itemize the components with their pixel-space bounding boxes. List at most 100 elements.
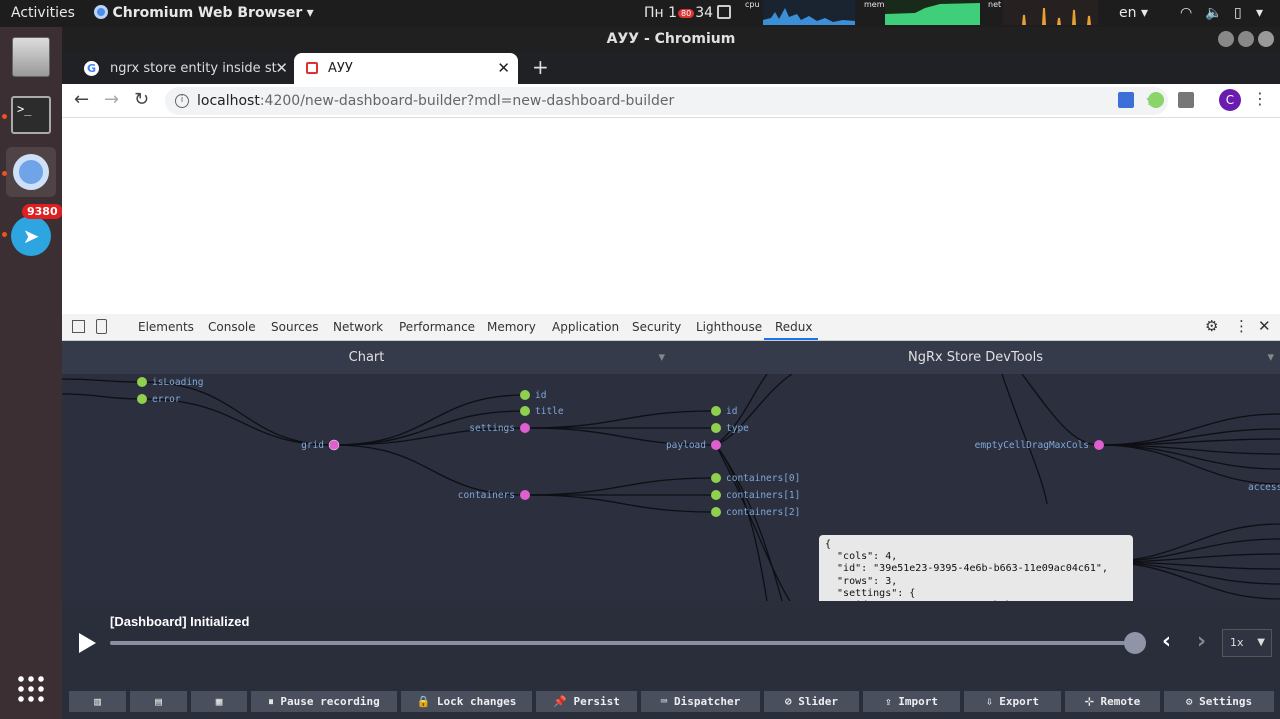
- battery-icon[interactable]: ▯: [1234, 5, 1242, 21]
- profile-avatar[interactable]: C: [1219, 89, 1241, 111]
- tree-node-containers-0[interactable]: [711, 473, 721, 483]
- right-monitor-select[interactable]: NgRx Store DevTools ▾: [671, 341, 1280, 374]
- tree-node-error[interactable]: [137, 394, 147, 404]
- layout-button-2[interactable]: ▤: [130, 691, 187, 712]
- terminal-icon: >_: [11, 96, 51, 134]
- new-tab-icon[interactable]: +: [532, 55, 549, 79]
- close-window-button[interactable]: [1258, 31, 1274, 47]
- import-button[interactable]: ⇪ Import: [863, 691, 960, 712]
- tree-node-settings[interactable]: [520, 423, 530, 433]
- chevron-down-icon: ▾: [658, 350, 665, 365]
- tree-node-emptycell[interactable]: [1094, 440, 1104, 450]
- back-arrow-icon[interactable]: ←: [74, 89, 89, 110]
- tab-lighthouse[interactable]: Lighthouse: [696, 320, 762, 334]
- slider-thumb[interactable]: [1124, 632, 1146, 654]
- inspect-element-icon[interactable]: [72, 320, 85, 333]
- slider-button[interactable]: ⊘ Slider: [764, 691, 859, 712]
- tab-redux[interactable]: Redux: [775, 320, 813, 334]
- tab-memory[interactable]: Memory: [487, 320, 536, 334]
- files-app[interactable]: [6, 33, 56, 83]
- slider-track[interactable]: [110, 641, 1136, 645]
- app-menu[interactable]: Chromium Web Browser ▾: [94, 5, 314, 21]
- tab-application[interactable]: Application: [552, 320, 619, 334]
- tree-node-isloading[interactable]: [137, 377, 147, 387]
- import-label: Import: [898, 695, 938, 708]
- system-menu-chevron-icon[interactable]: ▾: [1256, 5, 1263, 21]
- screenshot-icon[interactable]: [717, 5, 731, 19]
- clock[interactable]: Пн 1 80 34: [644, 5, 713, 21]
- tree-node-containers-1[interactable]: [711, 490, 721, 500]
- extension-color-icon[interactable]: [1148, 92, 1164, 108]
- tree-node-grid[interactable]: [328, 439, 340, 451]
- upload-icon: ⇪: [885, 695, 892, 708]
- tab-elements[interactable]: Elements: [138, 320, 194, 334]
- menu-kebab-icon[interactable]: ⋮: [1252, 89, 1268, 108]
- chromium-icon: [13, 154, 49, 190]
- dispatcher-button[interactable]: ⌨ Dispatcher: [641, 691, 760, 712]
- speed-select[interactable]: 1x ▼: [1222, 629, 1272, 657]
- tab-performance[interactable]: Performance: [399, 320, 475, 334]
- tab-ngrx[interactable]: G ngrx store entity inside st ✕: [68, 53, 296, 84]
- tree-node-type[interactable]: [711, 423, 721, 433]
- tab-sources[interactable]: Sources: [271, 320, 318, 334]
- layout-button-3[interactable]: ▦: [191, 691, 247, 712]
- pause-recording-button[interactable]: ⏸ Pause recording: [251, 691, 397, 712]
- persist-button[interactable]: 📌 Persist: [536, 691, 637, 712]
- chevron-down-icon: ▼: [1257, 637, 1265, 648]
- close-tab-icon[interactable]: ✕: [275, 53, 288, 84]
- net-label: net: [988, 0, 1002, 9]
- tab-label: ngrx store entity inside st: [110, 61, 277, 76]
- slider-label: Slider: [798, 695, 838, 708]
- label-settings: settings: [469, 423, 515, 434]
- minimize-button[interactable]: [1218, 31, 1234, 47]
- forward-arrow-icon[interactable]: →: [104, 89, 119, 110]
- tab-label: АУУ: [328, 61, 353, 76]
- terminal-app[interactable]: >_: [6, 91, 56, 141]
- tab-active[interactable]: АУУ ✕: [294, 53, 518, 84]
- tree-node-containers-2[interactable]: [711, 507, 721, 517]
- pause-icon: ⏸: [268, 695, 274, 708]
- chromium-app[interactable]: [6, 147, 56, 197]
- lock-changes-button[interactable]: 🔒 Lock changes: [401, 691, 532, 712]
- redux-bottom-toolbar: ▥ ▤ ▦ ⏸ Pause recording 🔒 Lock changes 📌…: [62, 685, 1280, 719]
- play-icon[interactable]: [79, 633, 96, 653]
- google-icon: G: [84, 61, 99, 76]
- show-apps-icon[interactable]: [16, 674, 46, 704]
- wifi-icon[interactable]: ◠: [1180, 5, 1192, 21]
- reload-icon[interactable]: ↻: [134, 89, 149, 110]
- file-cabinet-icon: [12, 37, 50, 77]
- close-devtools-icon[interactable]: ✕: [1258, 317, 1271, 335]
- tab-console[interactable]: Console: [208, 320, 256, 334]
- tree-node-payload[interactable]: [711, 440, 721, 450]
- tree-node-settings-id[interactable]: [711, 406, 721, 416]
- maximize-button[interactable]: [1238, 31, 1254, 47]
- left-monitor-select[interactable]: Chart ▾: [62, 341, 671, 374]
- device-toolbar-icon[interactable]: [96, 319, 107, 334]
- telegram-app[interactable]: ➤ 9380: [6, 204, 63, 260]
- tab-network[interactable]: Network: [333, 320, 383, 334]
- address-bar[interactable]: i localhost:4200/new-dashboard-builder?m…: [165, 87, 1168, 115]
- export-button[interactable]: ⇩ Export: [964, 691, 1061, 712]
- extension-translate-icon[interactable]: [1118, 92, 1134, 108]
- label-settings-id: id: [726, 406, 737, 417]
- tree-node-containers[interactable]: [520, 490, 530, 500]
- settings-gear-icon[interactable]: ⚙: [1205, 317, 1218, 335]
- tree-node-title[interactable]: [520, 406, 530, 416]
- remote-button[interactable]: ⊹ Remote: [1065, 691, 1160, 712]
- close-tab-icon[interactable]: ✕: [497, 53, 510, 84]
- tree-node-id[interactable]: [520, 390, 530, 400]
- extension-puzzle-icon[interactable]: [1178, 92, 1194, 108]
- tab-security[interactable]: Security: [632, 320, 681, 334]
- next-action-icon[interactable]: ›: [1197, 629, 1206, 654]
- url-host: localhost: [197, 93, 260, 109]
- previous-action-icon[interactable]: ‹: [1162, 629, 1171, 654]
- redux-devtools: Chart ▾ NgRx Store DevTools ▾ isLoading …: [62, 341, 1280, 719]
- layout-button-1[interactable]: ▥: [69, 691, 126, 712]
- activities-button[interactable]: Activities: [11, 5, 75, 21]
- tree-nodes: [137, 377, 1104, 517]
- language-indicator[interactable]: en ▾: [1119, 5, 1148, 21]
- volume-icon[interactable]: 🔈: [1205, 5, 1222, 21]
- settings-button[interactable]: ⚙ Settings: [1164, 691, 1274, 712]
- devtools-menu-icon[interactable]: ⋮: [1234, 317, 1249, 335]
- state-tree-graph[interactable]: isLoading error grid id title settings c…: [62, 374, 1280, 601]
